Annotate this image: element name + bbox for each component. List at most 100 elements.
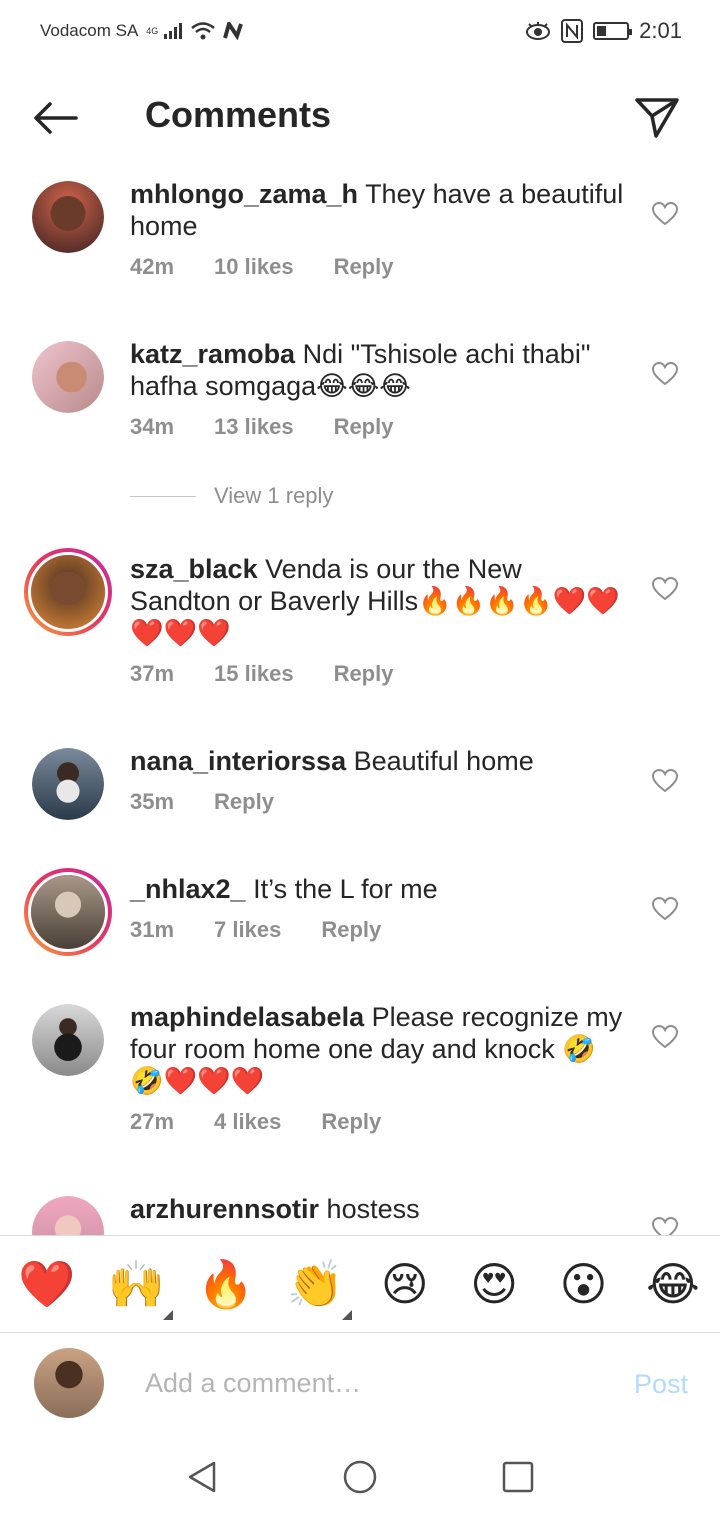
skin-tone-indicator-icon [342,1310,353,1320]
reply-button[interactable]: Reply [321,1109,381,1135]
comment-username[interactable]: mhlongo_zama_h [130,179,358,209]
emoji-heart-button[interactable]: ❤️ [16,1256,78,1312]
avatar-image [32,341,104,413]
nav-home-button[interactable] [340,1457,380,1497]
comment-likes[interactable]: 7 likes [214,917,281,943]
avatar-story-ring[interactable] [24,868,112,956]
comment-username[interactable]: katz_ramoba [130,339,295,369]
like-button[interactable] [651,1216,679,1235]
emoji-surprised-button[interactable]: 😮 [553,1256,615,1312]
like-button[interactable] [651,768,679,793]
emoji-clapping-button[interactable]: 👏 [284,1256,353,1320]
avatar-image [31,555,105,629]
comment-meta: 31m 7 likes Reply [130,917,624,943]
post-button[interactable]: Post [634,1369,688,1400]
comment-item: katz_ramoba Ndi "Tshisole achi thabi" ha… [0,338,720,440]
comment-username[interactable]: _nhlax2_ [130,874,246,904]
like-button[interactable] [651,1024,679,1049]
reply-button[interactable]: Reply [334,414,394,440]
comment-text: nana_interiorssa Beautiful home [130,745,624,777]
reply-button[interactable]: Reply [334,661,394,687]
avatar-image [31,875,105,949]
back-triangle-icon [188,1461,216,1492]
skin-tone-indicator-icon [163,1310,174,1320]
comment-time: 37m [130,661,175,686]
comment-username[interactable]: maphindelasabela [130,1002,364,1032]
emoji-crying-button[interactable]: 😢 [374,1256,436,1312]
comment-username[interactable]: arzhurennsotir [130,1194,319,1224]
signal-icon [164,23,183,39]
comment-text: mhlongo_zama_h They have a beautiful hom… [130,178,624,242]
comment-input[interactable] [145,1363,585,1403]
like-button[interactable] [651,576,679,601]
avatar[interactable] [32,1004,104,1076]
heart-icon [651,1024,679,1049]
reply-button[interactable]: Reply [334,254,394,280]
comment-username[interactable]: nana_interiorssa [130,746,346,776]
comment-text: _nhlax2_ It’s the L for me [130,873,624,905]
comments-list[interactable]: mhlongo_zama_h They have a beautiful hom… [0,160,720,1235]
comment-meta: 35m Reply [130,789,624,815]
comment-body: Beautiful home [353,746,534,776]
comment-meta: 27m 4 likes Reply [130,1109,624,1135]
avatar-image [32,1004,104,1076]
emoji-raising-hands-button[interactable]: 🙌 [105,1256,174,1320]
n-icon [223,22,244,40]
avatar[interactable] [32,1196,104,1235]
heart-icon [651,201,679,226]
comment-text: maphindelasabela Please recognize my fou… [130,1001,624,1097]
heart-icon [651,1216,679,1235]
back-button[interactable] [30,98,80,138]
like-button[interactable] [651,201,679,226]
battery-icon [593,22,633,40]
heart-icon [651,361,679,386]
view-replies-button[interactable]: View 1 reply [0,483,333,509]
emoji-fire-button[interactable]: 🔥 [195,1256,257,1312]
comment-username[interactable]: sza_black [130,554,258,584]
carrier-label: Vodacom SA [40,21,139,40]
reply-button[interactable]: Reply [321,917,381,943]
home-circle-icon [343,1460,377,1493]
nav-recents-button[interactable] [498,1457,538,1497]
comment-item: maphindelasabela Please recognize my fou… [0,1001,720,1135]
comment-time: 34m [130,414,175,439]
comment-text: arzhurennsotir hostess [130,1193,624,1225]
comment-likes[interactable]: 13 likes [214,414,294,440]
comment-time: 35m [130,789,175,814]
wifi-icon [191,22,216,40]
arrow-left-icon [34,102,78,134]
system-nav-bar [0,1433,720,1520]
comment-body: It’s the L for me [253,874,438,904]
reply-button[interactable]: Reply [214,789,274,815]
paper-plane-icon [635,98,679,138]
heart-icon [651,768,679,793]
nav-back-button[interactable] [182,1457,222,1497]
emoji-laughing-button[interactable]: 😂 [642,1256,704,1312]
share-button[interactable] [634,96,680,140]
emoji-bar: ❤️ 🙌 🔥 👏 😢 😍 😮 😂 [0,1235,720,1333]
comment-time: 42m [130,254,175,279]
recents-square-icon [502,1461,534,1492]
avatar[interactable] [32,181,104,253]
comment-compose: Post [0,1333,720,1433]
comment-body: hostess [326,1194,420,1224]
avatar[interactable] [32,341,104,413]
comment-likes[interactable]: 15 likes [214,661,294,687]
avatar-image [32,1196,104,1235]
comment-likes[interactable]: 4 likes [214,1109,281,1135]
emoji-heart-eyes-button[interactable]: 😍 [463,1256,525,1312]
nfc-icon [561,19,584,43]
clock: 2:01 [639,18,682,43]
page-title: Comments [145,94,332,135]
like-button[interactable] [651,896,679,921]
heart-icon [651,896,679,921]
comment-meta: 37m 15 likes Reply [130,661,624,687]
avatar[interactable] [32,748,104,820]
current-user-avatar [34,1348,104,1418]
avatar-story-ring[interactable] [24,548,112,636]
comment-text: sza_black Venda is our the New Sandton o… [130,553,624,649]
comment-item: nana_interiorssa Beautiful home 35m Repl… [0,745,720,820]
like-button[interactable] [651,361,679,386]
comment-likes[interactable]: 10 likes [214,254,294,280]
comment-text: katz_ramoba Ndi "Tshisole achi thabi" ha… [130,338,624,402]
